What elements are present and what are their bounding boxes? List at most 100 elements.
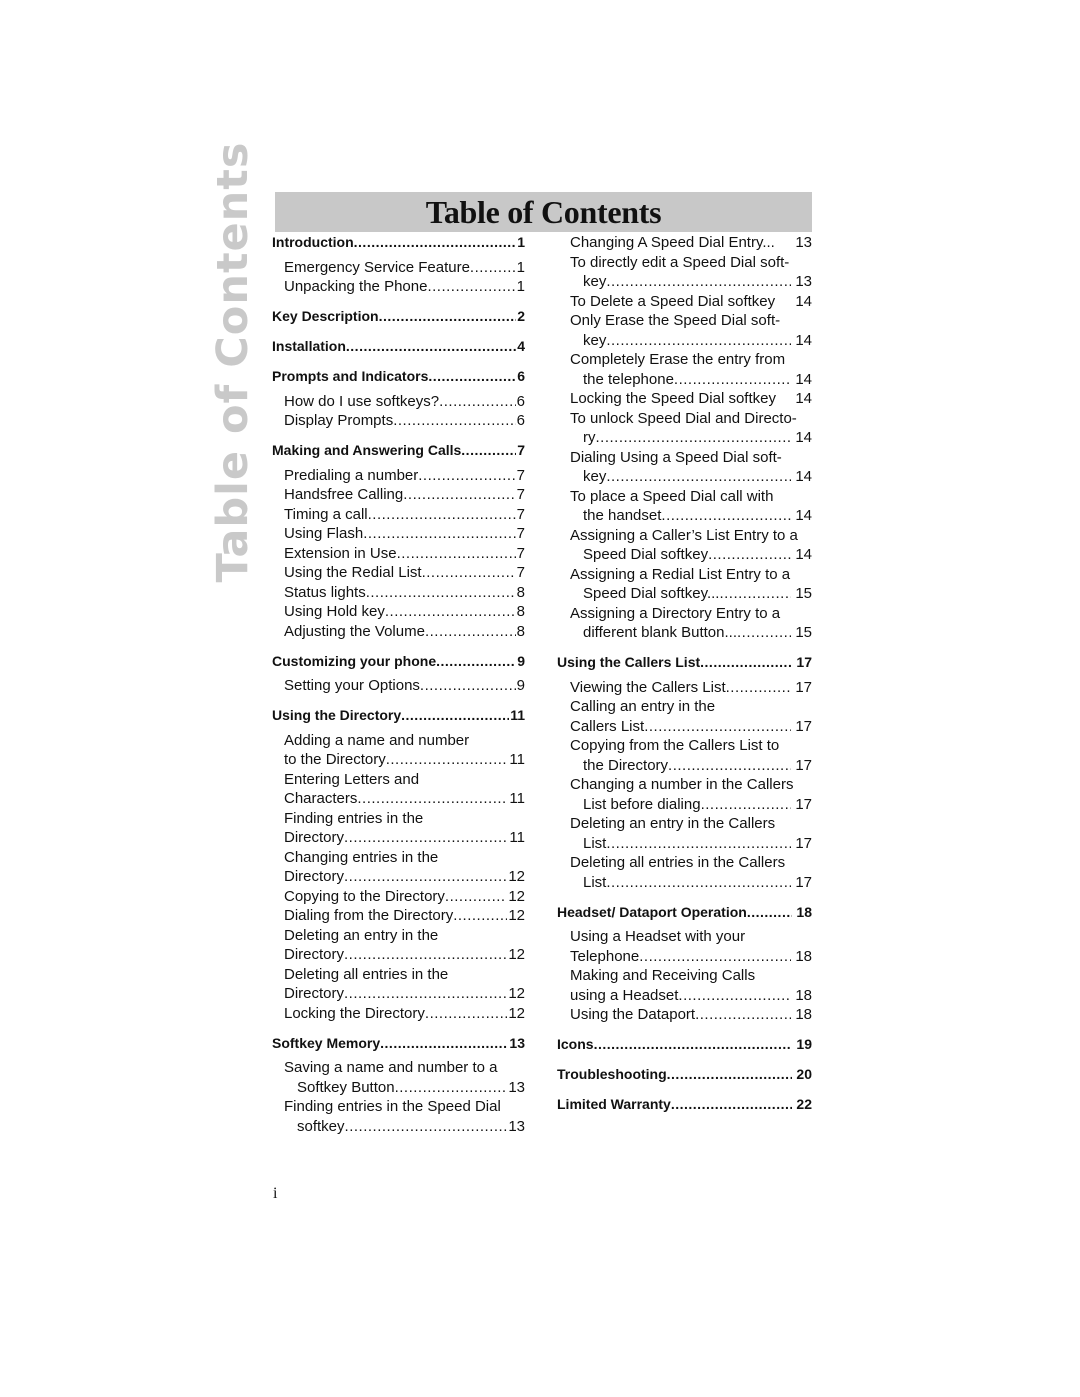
toc-entry[interactable]: Finding entries in the Directory 11 <box>272 809 525 848</box>
page-ref: 9 <box>516 677 525 694</box>
toc-section-heading[interactable]: Icons 19 <box>557 1035 812 1055</box>
toc-entry[interactable]: Timing a call 7 <box>272 505 525 525</box>
toc-entry[interactable]: Deleting an entry in the Callers List 17 <box>557 814 812 853</box>
toc-entry[interactable]: Entering Letters and Characters 11 <box>272 770 525 809</box>
toc-entry[interactable]: To place a Speed Dial call with the hands… <box>557 487 812 526</box>
toc-entry-line: Icons 19 <box>557 1035 812 1055</box>
toc-entry[interactable]: Setting your Options 9 <box>272 676 525 696</box>
dot-leader <box>678 986 791 1006</box>
dot-leader <box>344 984 507 1004</box>
toc-section-heading[interactable]: Key Description 2 <box>272 307 525 327</box>
toc-entry[interactable]: Deleting an entry in the Directory 12 <box>272 926 525 965</box>
toc-section-heading[interactable]: Making and Answering Calls 7 <box>272 441 525 461</box>
page-ref: 12 <box>508 1004 525 1022</box>
toc-entry[interactable]: Finding entries in the Speed Dial softkey… <box>272 1097 525 1136</box>
toc-entry[interactable]: Emergency Service Feature 1 <box>272 258 525 278</box>
toc-entry[interactable]: Using a Headset with your Telephone 18 <box>557 927 812 966</box>
toc-section-heading[interactable]: Introduction 1 <box>272 233 525 253</box>
toc-section-heading[interactable]: Installation 4 <box>272 337 525 357</box>
toc-entry[interactable]: Adding a name and number to the Directory… <box>272 731 525 770</box>
toc-entry[interactable]: Display Prompts 6 <box>272 411 525 431</box>
toc-entry-line: Display Prompts 6 <box>272 411 525 431</box>
toc-entry-line: Directory 12 <box>272 984 525 1004</box>
toc-entry[interactable]: Changing entries in the Directory 12 <box>272 848 525 887</box>
toc-entry[interactable]: Copying from the Callers List to the Dire… <box>557 736 812 775</box>
toc-entry[interactable]: Using Flash 7 <box>272 524 525 544</box>
page-ref: 6 <box>516 392 525 410</box>
page-ref: 18 <box>795 947 812 965</box>
toc-entry-line: Making and Receiving Calls <box>557 966 812 986</box>
toc-entry-text: Introduction <box>272 234 354 250</box>
toc-entry[interactable]: Assigning a Redial List Entry to a Speed … <box>557 565 812 604</box>
dot-leader <box>344 867 507 887</box>
toc-entry[interactable]: Using the Redial List 7 <box>272 563 525 583</box>
toc-entry-text: Locking the Speed Dial softkey <box>570 390 776 407</box>
toc-entry[interactable]: Using Hold key 8 <box>272 602 525 622</box>
toc-entry[interactable]: Extension in Use 7 <box>272 544 525 564</box>
toc-section-heading[interactable]: Limited Warranty 22 <box>557 1095 812 1115</box>
toc-entry-line: How do I use softkeys? 6 <box>272 392 525 412</box>
page-ref: 17 <box>795 678 812 696</box>
toc-entry[interactable]: Locking the Speed Dial softkey 14 <box>557 389 812 409</box>
toc-entry[interactable]: Deleting all entries in the Callers List 1… <box>557 853 812 892</box>
dot-leader <box>385 602 516 622</box>
toc-entry[interactable]: Using the Dataport 18 <box>557 1005 812 1025</box>
toc-entry[interactable]: Locking the Directory 12 <box>272 1004 525 1024</box>
toc-entry-line: Using the Dataport 18 <box>557 1005 812 1025</box>
toc-entry[interactable]: Assigning a Caller’s List Entry to a Spee… <box>557 526 812 565</box>
toc-entry[interactable]: Only Erase the Speed Dial soft-key 14 <box>557 311 812 350</box>
toc-entry[interactable]: Calling an entry in the Callers List 17 <box>557 697 812 736</box>
toc-entry[interactable]: Predialing a number 7 <box>272 466 525 486</box>
page-ref: 14 <box>795 390 812 407</box>
toc-section-heading[interactable]: Softkey Memory 13 <box>272 1034 525 1054</box>
dot-leader <box>346 337 516 357</box>
toc-section-heading[interactable]: Prompts and Indicators 6 <box>272 367 525 387</box>
toc-entry[interactable]: To directly edit a Speed Dial soft-key 13 <box>557 253 812 292</box>
toc-entry[interactable]: Adjusting the Volume 8 <box>272 622 525 642</box>
toc-entry[interactable]: Handsfree Calling 7 <box>272 485 525 505</box>
toc-entry[interactable]: Completely Erase the entry from the telep… <box>557 350 812 389</box>
toc-entry-line: List 17 <box>557 834 812 854</box>
toc-entry[interactable]: Dialing from the Directory 12 <box>272 906 525 926</box>
page-ref: 7 <box>516 486 525 503</box>
toc-entry-line: Key Description 2 <box>272 307 525 327</box>
toc-section-heading[interactable]: Using the Directory 11 <box>272 706 525 726</box>
toc-entry-text: Customizing your phone <box>272 652 437 669</box>
toc-section-heading[interactable]: Troubleshooting 20 <box>557 1065 812 1085</box>
page-ref: 11 <box>509 751 525 768</box>
page-ref: 8 <box>516 622 525 640</box>
toc-entry[interactable]: Copying to the Directory 12 <box>272 887 525 907</box>
toc-entry[interactable]: To Delete a Speed Dial softkey 14 <box>557 292 812 312</box>
toc-entry-line: softkey 13 <box>272 1117 525 1137</box>
toc-entry[interactable]: Making and Receiving Calls using a Headse… <box>557 966 812 1005</box>
dot-leader <box>606 331 791 351</box>
page-ref: 7 <box>516 564 525 581</box>
toc-section-heading[interactable]: Customizing your phone 9 <box>272 652 525 672</box>
toc-entry[interactable]: Changing a number in the Callers List bef… <box>557 775 812 814</box>
toc-entry-line: Dialing Using a Speed Dial soft- <box>557 448 812 468</box>
toc-entry[interactable]: How do I use softkeys? 6 <box>272 392 525 412</box>
toc-entry[interactable]: Viewing the Callers List 17 <box>557 678 812 698</box>
toc-entry-line: Using the Callers List 17 <box>557 653 812 673</box>
toc-entry-line: Saving a name and number to a <box>272 1058 525 1078</box>
page-ref: 1 <box>516 278 525 295</box>
toc-entry[interactable]: Assigning a Directory Entry to a differen… <box>557 604 812 643</box>
toc-entry[interactable]: Deleting all entries in the Directory 12 <box>272 965 525 1004</box>
toc-entry[interactable]: To unlock Speed Dial and Directo-ry 14 <box>557 409 812 448</box>
toc-entry-text: Only Erase the Speed Dial soft- <box>570 312 781 329</box>
toc-entry[interactable]: Dialing Using a Speed Dial soft-key 14 <box>557 448 812 487</box>
dot-leader <box>695 1005 791 1025</box>
dot-leader <box>386 750 509 770</box>
toc-entry-text: Installation <box>272 338 346 354</box>
toc-entry[interactable]: Unpacking the Phone 1 <box>272 277 525 297</box>
toc-entry-line: Deleting all entries in the <box>272 965 525 985</box>
toc-entry[interactable]: Status lights 8 <box>272 583 525 603</box>
toc-entry-line: Directory 11 <box>272 828 525 848</box>
toc-entry[interactable]: Changing A Speed Dial Entry... 13 <box>557 233 812 253</box>
toc-entry-text: Copying to the Directory <box>284 887 445 905</box>
toc-section-heading[interactable]: Using the Callers List 17 <box>557 653 812 673</box>
toc-entry[interactable]: Saving a name and number to a Softkey But… <box>272 1058 525 1097</box>
toc-entry-text: Directory <box>284 946 345 963</box>
dot-leader <box>401 706 509 726</box>
toc-section-heading[interactable]: Headset/ Dataport Operation 18 <box>557 903 812 923</box>
